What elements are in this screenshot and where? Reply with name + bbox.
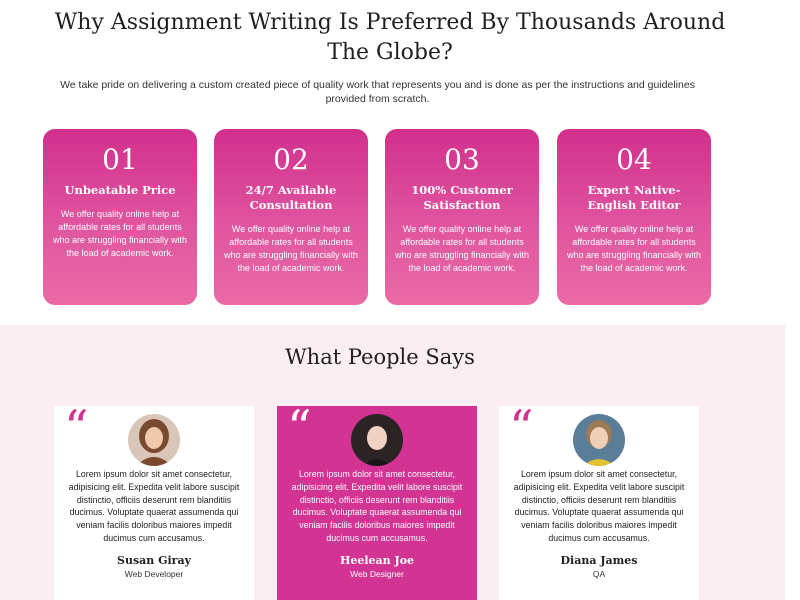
- feature-card-satisfaction: 03 100% Customer Satisfaction We offer q…: [385, 129, 539, 305]
- testimonial-name: Susan Giray: [117, 554, 191, 567]
- why-title: Why Assignment Writing Is Preferred By T…: [54, 10, 726, 65]
- card-title: Expert Native-English Editor: [587, 183, 681, 212]
- quote-icon: “: [509, 400, 534, 456]
- card-number: 04: [616, 143, 652, 176]
- testimonial-name: Heelean Joe: [339, 554, 415, 567]
- testimonial-role: Web Developer: [124, 569, 184, 579]
- testimonial-card: “ Lorem ipsum dolor sit amet consectetur…: [54, 400, 254, 600]
- testimonial-name: Diana James: [560, 554, 638, 567]
- testimonials-title: What People Says: [285, 345, 475, 369]
- card-text: We offer quality online help at affordab…: [566, 224, 702, 273]
- feature-card-consultation: 02 24/7 Available Consultation We offer …: [214, 129, 368, 305]
- testimonial-text: Lorem ipsum dolor sit amet consectetur, …: [513, 469, 685, 543]
- card-text: We offer quality online help at affordab…: [394, 224, 530, 273]
- card-text: We offer quality online help at affordab…: [223, 224, 359, 273]
- testimonial-role: Web Designer: [350, 569, 404, 579]
- avatar: [128, 414, 180, 466]
- card-title: Unbeatable Price: [64, 183, 176, 197]
- card-title: 24/7 Available Consultation: [245, 183, 337, 212]
- testimonial-role: QA: [592, 569, 606, 579]
- testimonial-text: Lorem ipsum dolor sit amet consectetur, …: [291, 469, 463, 543]
- quote-icon: “: [64, 400, 89, 456]
- card-number: 01: [102, 143, 138, 176]
- card-title: 100% Customer Satisfaction: [411, 183, 513, 212]
- testimonial-text: Lorem ipsum dolor sit amet consectetur, …: [68, 469, 240, 543]
- feature-card-price: 01 Unbeatable Price We offer quality onl…: [43, 129, 197, 305]
- card-number: 02: [273, 143, 309, 176]
- avatar: [351, 414, 403, 466]
- quote-icon: “: [287, 400, 312, 456]
- feature-card-editor: 04 Expert Native-English Editor We offer…: [557, 129, 711, 305]
- testimonial-card: “ Lorem ipsum dolor sit amet consectetur…: [499, 400, 699, 600]
- card-text: We offer quality online help at affordab…: [52, 209, 188, 258]
- testimonial-card-active: “ Lorem ipsum dolor sit amet consectetur…: [277, 400, 477, 600]
- why-subtitle: We take pride on delivering a custom cre…: [60, 79, 695, 105]
- card-number: 03: [444, 143, 480, 176]
- avatar: [573, 414, 625, 466]
